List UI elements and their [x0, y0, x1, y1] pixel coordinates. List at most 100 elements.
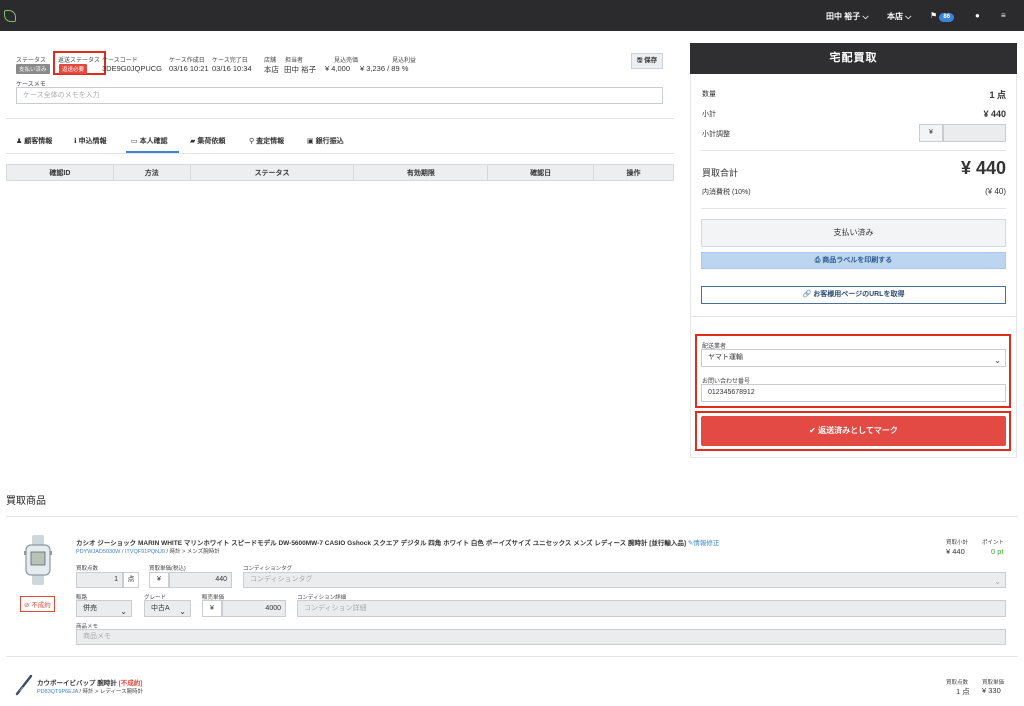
product-image[interactable]	[24, 535, 52, 585]
identity-verification-table: 確認ID 方法 ステータス 有効期限 確認日 操作	[6, 164, 674, 181]
divider	[6, 118, 674, 119]
notifications-button[interactable]: ⚑ 86	[930, 11, 955, 22]
product-image[interactable]	[14, 674, 34, 696]
table-header: 有効期限	[353, 164, 489, 181]
product-title: カウボーイビバップ 腕時計 [不成約]	[37, 677, 142, 687]
staff-label: 担当者	[285, 58, 304, 64]
tab-customer[interactable]: ♟ 顧客情報	[16, 136, 52, 146]
completed-date: 03/16 10:34	[212, 64, 252, 73]
yen-prefix: ¥	[202, 600, 222, 617]
chevron-down-icon: ⌵	[905, 12, 912, 21]
notification-badge: 86	[939, 13, 955, 22]
return-status-badge: 返送必要	[59, 64, 88, 74]
divider	[6, 516, 1018, 517]
chevron-down-icon: ⌄	[179, 607, 186, 616]
qty-label: 数量	[702, 91, 716, 98]
estimate-value: ¥ 4,000	[325, 64, 351, 73]
carrier-select[interactable]: ヤマト運輸 ⌄	[701, 349, 1006, 367]
id-card-icon: ▭	[131, 138, 138, 145]
products-section-title: 買取商品	[6, 496, 46, 507]
user-name: 田中 裕子	[826, 12, 861, 21]
tab-label: 集荷依頼	[197, 138, 226, 145]
subtotal-adjust-input[interactable]	[943, 124, 1006, 142]
product-memo-input[interactable]: 商品メモ	[76, 629, 1006, 645]
tab-identity[interactable]: ▭ 本人確認	[131, 136, 168, 146]
search-icon: ⚲	[249, 138, 255, 145]
product-code-links[interactable]: PDYWJAD5030W / ITVQF91PQNJ0	[76, 549, 165, 555]
condition-detail-input[interactable]: コンディション詳細	[297, 600, 1006, 617]
user-icon: ♟	[16, 138, 23, 145]
menu-icon[interactable]: ≡	[1001, 11, 1006, 20]
tab-label: 査定情報	[256, 138, 285, 145]
mark-as-returned-button[interactable]: ✔ 返送済みとしてマーク	[701, 416, 1006, 446]
price-value: ¥ 330	[982, 686, 1001, 695]
table-header: 確認日	[487, 164, 595, 181]
print-label-button[interactable]: ⎙ 商品ラベルを印刷する	[701, 252, 1006, 269]
product-category: / 時計 > メンズ腕時計	[164, 549, 220, 555]
table-header: 方法	[112, 164, 191, 181]
tab-pickup[interactable]: ▰ 集荷依頼	[190, 136, 225, 146]
item-subtotal-label: 買取小計	[946, 540, 969, 546]
tab-appraisal[interactable]: ⚲ 査定情報	[249, 136, 284, 146]
grade-select[interactable]: 中古A ⌄	[144, 600, 191, 617]
flag-icon: ⚑	[930, 11, 938, 20]
qty-field-label: 買取点数	[76, 566, 99, 572]
total-value: ¥ 440	[960, 158, 1006, 178]
get-customer-url-button[interactable]: 🔗 お客様用ページのURLを取得	[701, 286, 1006, 304]
yen-prefix: ¥	[919, 124, 943, 142]
divider	[701, 150, 1006, 151]
yen-prefix: ¥	[149, 572, 169, 588]
divider	[6, 656, 1018, 657]
table-header: ステータス	[189, 164, 355, 181]
tax-value: (¥ 40)	[985, 187, 1006, 196]
table-header: 操作	[593, 164, 674, 181]
condition-tag-select[interactable]: コンディションタグ ⌄	[243, 572, 1006, 588]
status-label: ステータス	[16, 58, 47, 64]
sale-price-input[interactable]: 4000	[222, 600, 286, 617]
product-code-link[interactable]: PD83QT9P6EJA	[37, 689, 78, 695]
case-code-label: ケースコード	[102, 58, 138, 64]
created-date: 03/16 10:21	[169, 64, 209, 73]
carrier-value: ヤマト運輸	[708, 354, 743, 361]
paid-button[interactable]: 支払い済み	[701, 219, 1006, 247]
divider	[690, 316, 1017, 317]
product-codes: PD83QT9P6EJA / 時計 > レディース腕時計	[37, 687, 143, 695]
app-logo-icon[interactable]	[4, 10, 16, 22]
product-category: / 時計 > レディース腕時計	[77, 689, 144, 695]
price-field-label: 買取単価(税込)	[149, 566, 186, 572]
tab-label: 銀行振込	[315, 138, 344, 145]
chevron-down-icon: ⌄	[120, 607, 127, 616]
channel-select[interactable]: 併売 ⌄	[76, 600, 132, 617]
not-established-button[interactable]: ⊘ 不成約	[20, 596, 55, 612]
edit-info-link[interactable]: ✎情報修正	[688, 540, 719, 547]
point-value: 0 pt	[991, 547, 1004, 556]
quantity-input[interactable]: 1	[76, 572, 123, 588]
tracking-number-input[interactable]: 012345678912	[701, 384, 1006, 402]
adjust-label: 小計調整	[702, 131, 730, 138]
qty-unit: 点	[123, 572, 139, 588]
save-button[interactable]: 🖫 保存	[631, 53, 663, 69]
item-subtotal-value: ¥ 440	[946, 547, 965, 556]
money-icon: ▣	[307, 138, 314, 145]
purchase-price-input[interactable]: 440	[169, 572, 232, 588]
user-menu[interactable]: 田中 裕子 ⌵	[826, 11, 869, 22]
store-menu[interactable]: 本店 ⌵	[887, 11, 911, 22]
subtotal-value: ¥ 440	[983, 109, 1006, 119]
not-established-label: 不成約	[31, 602, 51, 609]
checkmark-icon: ✔	[809, 426, 816, 435]
table-header-row: 確認ID 方法 ステータス 有効期限 確認日 操作	[6, 164, 674, 181]
qty-field-label: 買取点数	[946, 680, 969, 686]
tab-bank-transfer[interactable]: ▣ 銀行振込	[307, 136, 344, 146]
point-label: ポイント	[982, 540, 1005, 546]
save-button-label: 保存	[644, 57, 658, 64]
condition-tag-label: コンディションタグ	[243, 566, 293, 572]
chat-icon[interactable]: ●	[975, 11, 980, 20]
edit-info-label: 情報修正	[693, 540, 720, 547]
estimate-label: 見込売価	[334, 58, 359, 64]
chevron-down-icon: ⌵	[862, 12, 869, 21]
qty-value: 1 点	[989, 90, 1006, 100]
case-memo-input[interactable]: ケース全体のメモを入力	[16, 87, 663, 104]
tab-label: 本人確認	[139, 138, 168, 145]
tab-application[interactable]: ℹ 申込情報	[74, 136, 107, 146]
tab-label: 申込情報	[78, 138, 107, 145]
